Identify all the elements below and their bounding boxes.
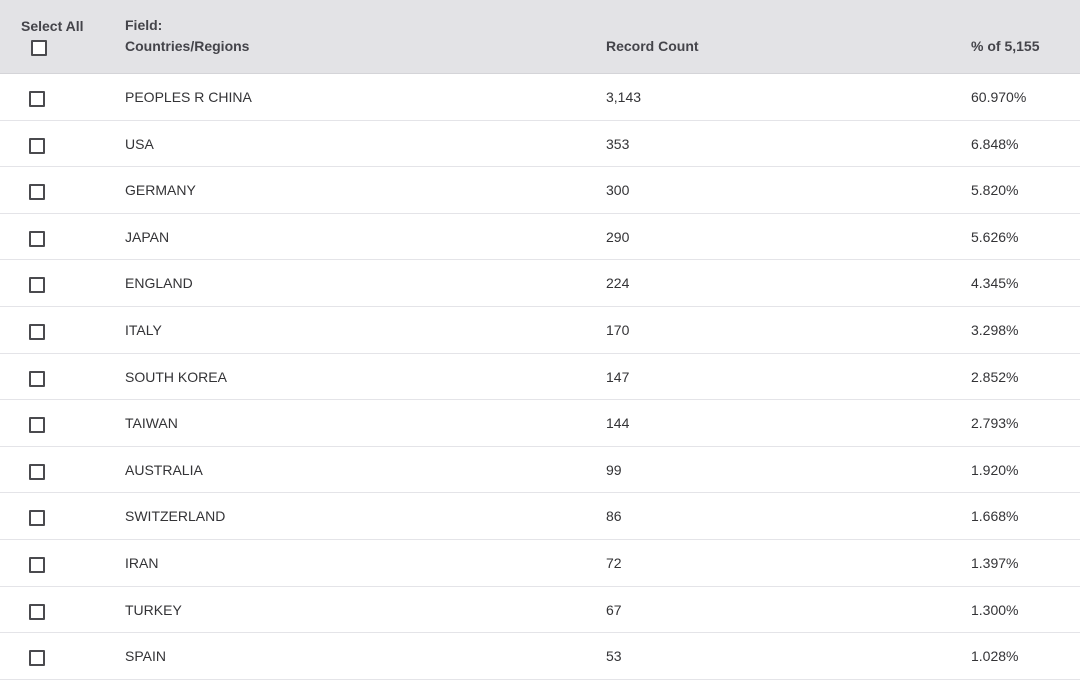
percent-cell: 2.793% <box>971 415 1019 432</box>
percent-cell: 1.668% <box>971 508 1019 525</box>
percent-cell: 5.626% <box>971 228 1019 245</box>
percent-cell: 6.848% <box>971 135 1019 152</box>
table-row: TURKEY 67 1.300% <box>0 586 1080 634</box>
country-cell: SPAIN <box>125 648 166 665</box>
country-cell: TURKEY <box>125 601 182 618</box>
record-count-header[interactable]: Record Count <box>606 36 699 57</box>
table-row: ENGLAND 224 4.345% <box>0 260 1080 307</box>
table-row: AUSTRALIA 99 1.920% <box>0 446 1080 494</box>
country-cell: USA <box>125 135 154 152</box>
country-cell: SWITZERLAND <box>125 508 226 525</box>
country-cell: SOUTH KOREA <box>125 368 227 385</box>
record-count-cell: 53 <box>606 648 622 665</box>
country-cell: IRAN <box>125 554 159 571</box>
record-count-cell: 147 <box>606 368 630 385</box>
table-row: ITALY 170 3.298% <box>0 306 1080 354</box>
country-cell: ITALY <box>125 321 162 338</box>
row-checkbox[interactable] <box>29 277 45 294</box>
select-all-label: Select All <box>21 18 84 34</box>
country-cell: JAPAN <box>125 228 170 245</box>
row-checkbox[interactable] <box>29 91 45 107</box>
percent-cell: 4.345% <box>971 275 1019 292</box>
percent-cell: 5.820% <box>971 182 1019 199</box>
row-checkbox[interactable] <box>29 463 45 480</box>
country-cell: TAIWAN <box>125 415 178 432</box>
record-count-cell: 3,143 <box>606 89 642 105</box>
record-count-cell: 353 <box>606 135 630 152</box>
percent-header[interactable]: % of 5,155 <box>971 36 1039 57</box>
results-table: Select All Field: Countries/Regions Reco… <box>0 0 1080 682</box>
row-checkbox[interactable] <box>29 370 45 387</box>
country-cell: AUSTRALIA <box>125 461 203 478</box>
record-count-cell: 224 <box>606 275 630 292</box>
select-all-checkbox[interactable] <box>31 40 47 56</box>
row-checkbox[interactable] <box>29 323 45 340</box>
row-checkbox[interactable] <box>29 230 45 247</box>
table-row: SWITZERLAND 86 1.668% <box>0 493 1080 540</box>
country-cell: ENGLAND <box>125 275 193 292</box>
field-label: Field: <box>125 17 163 33</box>
country-cell: GERMANY <box>125 182 196 199</box>
percent-cell: 3.298% <box>971 321 1019 338</box>
table-row: PEOPLES R CHINA 3,143 60.970% <box>0 74 1080 121</box>
record-count-cell: 290 <box>606 228 630 245</box>
country-cell: PEOPLES R CHINA <box>125 89 252 105</box>
table-header: Select All Field: Countries/Regions Reco… <box>0 0 1080 74</box>
row-checkbox[interactable] <box>29 510 45 527</box>
record-count-cell: 67 <box>606 601 622 618</box>
record-count-cell: 86 <box>606 508 622 525</box>
table-row: SPAIN 53 1.028% <box>0 633 1080 680</box>
percent-cell: 2.852% <box>971 368 1019 385</box>
field-header: Field: Countries/Regions <box>125 15 249 57</box>
row-checkbox[interactable] <box>29 603 45 620</box>
table-row: TAIWAN 144 2.793% <box>0 400 1080 447</box>
percent-cell: 1.920% <box>971 461 1019 478</box>
table-row: SOUTH KOREA 147 2.852% <box>0 353 1080 401</box>
field-value: Countries/Regions <box>125 38 250 54</box>
record-count-cell: 300 <box>606 182 630 199</box>
table-row: USA 353 6.848% <box>0 120 1080 168</box>
row-checkbox[interactable] <box>29 137 45 154</box>
row-checkbox[interactable] <box>29 417 45 434</box>
row-checkbox[interactable] <box>29 184 45 201</box>
percent-cell: 1.300% <box>971 601 1019 618</box>
record-count-cell: 72 <box>606 554 622 571</box>
row-checkbox[interactable] <box>29 650 45 667</box>
percent-cell: 1.397% <box>971 554 1019 571</box>
table-row: JAPAN 290 5.626% <box>0 213 1080 261</box>
record-count-cell: 99 <box>606 461 622 478</box>
row-checkbox[interactable] <box>29 556 45 573</box>
table-row: IRAN 72 1.397% <box>0 539 1080 587</box>
table-row: GERMANY 300 5.820% <box>0 167 1080 214</box>
record-count-cell: 144 <box>606 415 630 432</box>
percent-cell: 1.028% <box>971 648 1019 665</box>
record-count-cell: 170 <box>606 321 630 338</box>
percent-cell: 60.970% <box>971 89 1027 105</box>
